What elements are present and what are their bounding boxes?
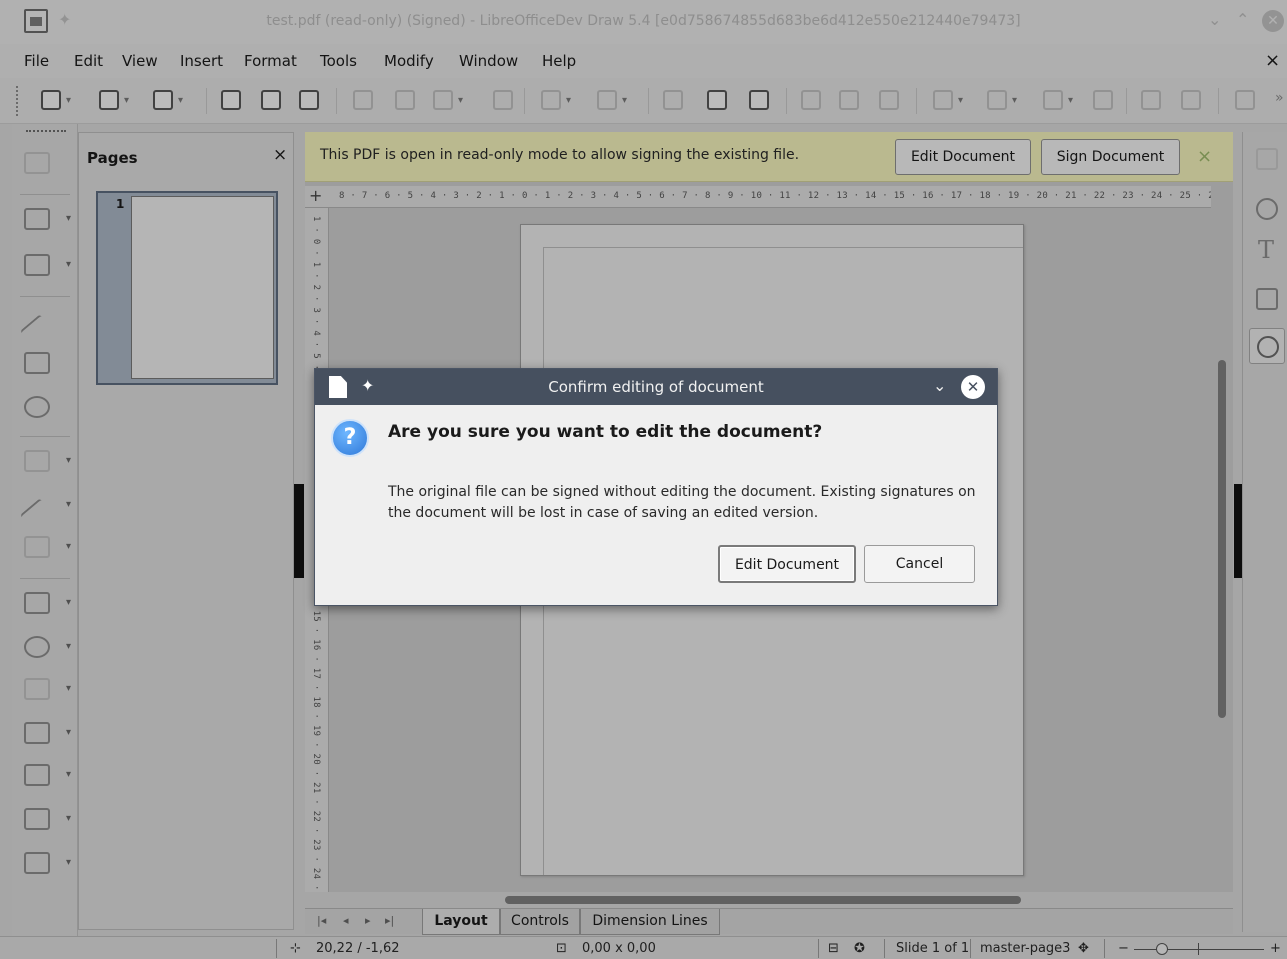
dialog-titlebar[interactable]: ✦ Confirm editing of document ⌄ ✕ <box>315 369 997 405</box>
dialog-heading: Are you sure you want to edit the docume… <box>388 422 823 442</box>
dialog-close-icon[interactable]: ✕ <box>961 375 985 399</box>
cancel-button[interactable]: Cancel <box>864 545 975 583</box>
dialog-message: The original file can be signed without … <box>388 484 976 521</box>
dialog-title: Confirm editing of document <box>548 378 764 396</box>
dialog-minimize-icon[interactable]: ⌄ <box>933 376 946 395</box>
question-icon: ? <box>331 419 369 457</box>
confirm-edit-dialog: ✦ Confirm editing of document ⌄ ✕ ? Are … <box>314 368 998 606</box>
edit-document-button[interactable]: Edit Document <box>718 545 856 583</box>
